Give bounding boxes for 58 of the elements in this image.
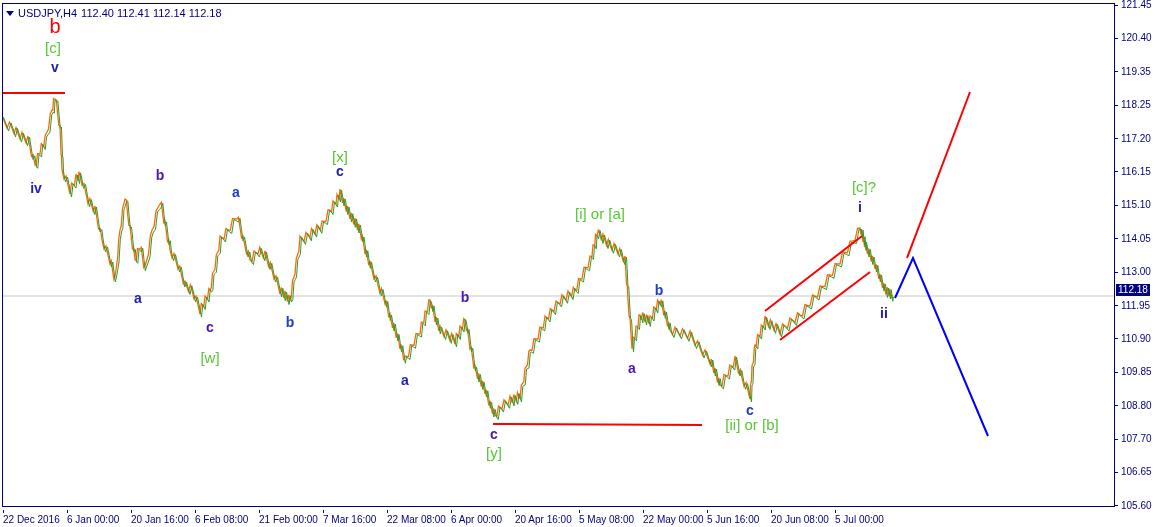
wave-label: a (134, 291, 142, 305)
wave-label: c (490, 427, 498, 441)
price-axis-label: 110.90 (1121, 333, 1151, 344)
wave-label: c (336, 164, 344, 178)
wave-label: b (155, 168, 165, 182)
price-axis-label: 113.00 (1121, 267, 1151, 278)
wave-label: i (858, 200, 862, 214)
time-axis-label: 21 Feb 00:00 (259, 515, 319, 525)
dropdown-triangle-icon[interactable] (6, 10, 14, 16)
price-axis-label: 121.45 (1121, 0, 1152, 10)
price-axis-label: 106.65 (1121, 467, 1152, 478)
price-axis-label: 115.10 (1121, 200, 1151, 211)
wave-label: a (232, 185, 240, 199)
time-axis-label: 20 Jun 08:00 (771, 515, 830, 525)
wave-label: [c]? (851, 178, 877, 194)
time-axis-label: 5 Jul 00:00 (835, 515, 885, 525)
ohlc-quotes: 112.40 112.41 112.14 112.18 (81, 6, 222, 21)
wave-label: b (49, 16, 61, 36)
current-price-tag: 112.18 (1116, 284, 1150, 296)
price-axis-label: 114.05 (1121, 233, 1151, 244)
wave-label: iv (30, 181, 42, 195)
price-axis-label: 120.40 (1121, 33, 1152, 44)
time-axis-label: 6 Jan 00:00 (67, 515, 121, 525)
time-axis-label: 6 Feb 08:00 (195, 515, 250, 525)
time-axis-label: 5 May 08:00 (579, 515, 636, 525)
symbol-label: USDJPY,H4 (18, 6, 78, 19)
time-axis-label: 6 Apr 00:00 (451, 515, 504, 525)
time-axis-label: 22 Dec 2016 (3, 515, 61, 525)
wave-label: b (460, 290, 470, 304)
price-axis-label: 109.85 (1121, 367, 1152, 378)
time-axis-label: 7 Mar 16:00 (323, 515, 378, 525)
wave-label: c (746, 403, 754, 417)
price-axis-label: 111.95 (1121, 300, 1151, 311)
price-axis-label: 108.80 (1121, 400, 1152, 411)
wave-label: [w] (200, 349, 220, 365)
price-axis-label: 117.20 (1121, 133, 1151, 144)
wave-label: v (51, 60, 59, 74)
price-axis-label: 116.15 (1121, 166, 1151, 177)
wave-label: [ii] or [b] (725, 416, 779, 432)
price-axis-label: 105.60 (1121, 500, 1152, 511)
wave-label: c (206, 320, 214, 334)
wave-label: [x] (332, 148, 348, 164)
wave-label: [y] (486, 444, 502, 460)
time-axis-label: 22 Mar 08:00 (387, 515, 447, 525)
wave-label: ii (880, 306, 888, 320)
time-axis-label: 20 Jan 16:00 (131, 515, 190, 525)
time-axis-label: 5 Jun 16:00 (707, 515, 761, 525)
wave-label: a (401, 373, 409, 387)
time-axis-label: 20 Apr 16:00 (515, 515, 573, 525)
wave-label: a (628, 361, 636, 375)
price-axis-label: 119.35 (1121, 66, 1151, 77)
price-axis-label: 118.25 (1121, 100, 1151, 111)
wave-label: [c] (45, 39, 61, 55)
wave-label: b (654, 283, 664, 297)
price-axis-label: 107.70 (1121, 434, 1152, 445)
time-axis-label: 22 May 00:00 (643, 515, 705, 525)
wave-label: [i] or [a] (575, 205, 625, 221)
wave-label: b (285, 315, 295, 329)
